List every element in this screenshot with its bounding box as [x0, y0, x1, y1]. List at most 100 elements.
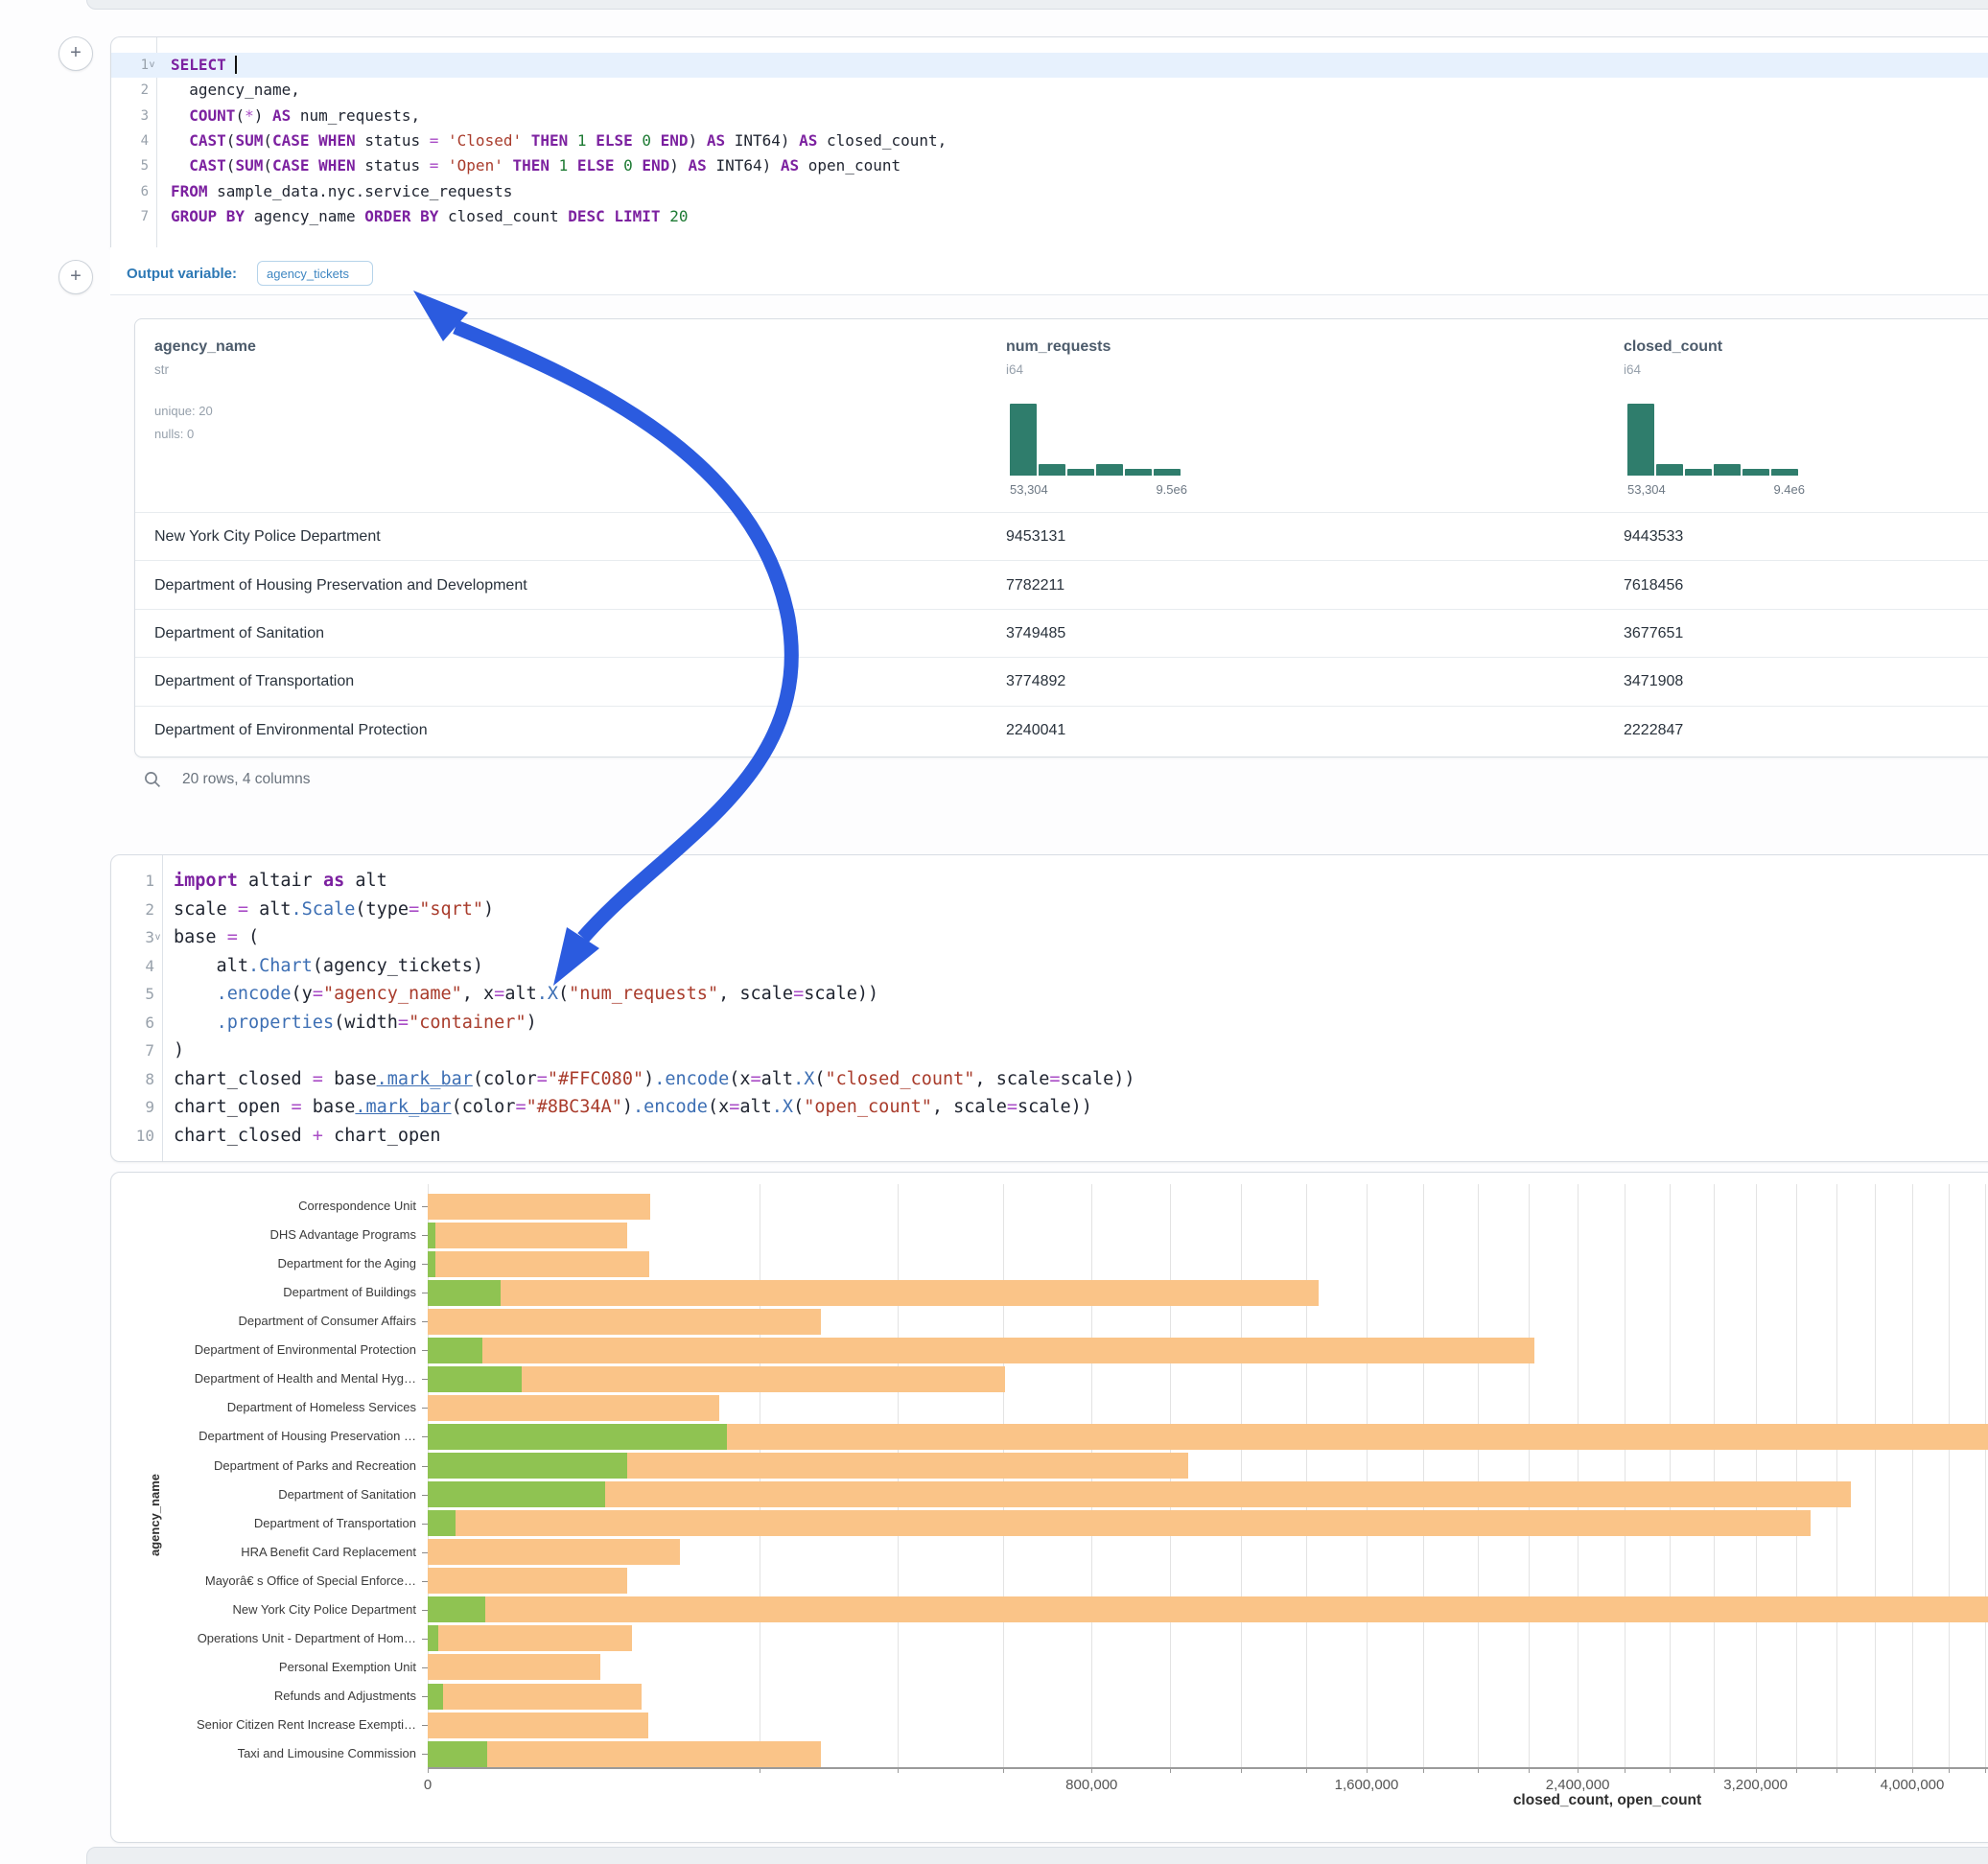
code-text: CAST(SUM(CASE WHEN status = 'Open' THEN … [171, 153, 900, 178]
gridline [1367, 1184, 1368, 1767]
table-cell: 3677651 [1624, 625, 1683, 642]
previous-cell-edge [86, 0, 1988, 10]
y-axis-category-label: Department of Consumer Affairs [111, 1314, 416, 1328]
table-cell: 2240041 [1006, 722, 1065, 739]
x-axis-line [428, 1767, 1988, 1769]
column-histogram [1010, 404, 1182, 476]
open-count-bar [428, 1366, 522, 1392]
gridline [1306, 1184, 1307, 1767]
code-line[interactable]: 4 alt.Chart(agency_tickets) [111, 952, 1988, 981]
code-line[interactable]: 9chart_open = base.mark_bar(color="#8BC3… [111, 1093, 1988, 1122]
table-row[interactable]: Department of Transportation377489234719… [135, 657, 1988, 706]
code-line[interactable]: 2scale = alt.Scale(type="sqrt") [111, 896, 1988, 924]
table-cell: 7618456 [1624, 577, 1683, 594]
output-variable-row: Output variable: agency_tickets [110, 247, 1988, 295]
code-text: GROUP BY agency_name ORDER BY closed_cou… [171, 204, 688, 229]
sql-cell[interactable]: 1v SELECT 2 agency_name,3 COUNT(*) AS num… [110, 36, 1988, 248]
y-axis-category-label: Taxi and Limousine Commission [111, 1746, 416, 1760]
code-line[interactable]: 4 CAST(SUM(CASE WHEN status = 'Closed' T… [111, 128, 1988, 153]
open-count-bar [428, 1453, 627, 1479]
histogram-bar [1067, 469, 1094, 476]
code-text: import altair as alt [174, 867, 387, 896]
code-text: .properties(width="container") [174, 1009, 537, 1037]
table-cell: 3749485 [1006, 625, 1065, 642]
code-line[interactable]: 1 import altair as alt [111, 867, 1988, 896]
output-variable-pill[interactable]: agency_tickets [257, 261, 373, 286]
python-cell[interactable]: 1 import altair as alt2scale = alt.Scale(… [110, 854, 1988, 1162]
line-number: 6 [111, 179, 149, 204]
line-number: 3 [111, 923, 154, 952]
open-count-bar [428, 1280, 501, 1306]
code-text: chart_closed + chart_open [174, 1122, 440, 1151]
open-count-bar [428, 1223, 435, 1248]
code-line[interactable]: 6FROM sample_data.nyc.service_requests [111, 179, 1988, 204]
x-axis-title: closed_count, open_count [1415, 1792, 1799, 1809]
closed-count-bar [428, 1625, 632, 1651]
histogram-bar [1685, 469, 1712, 476]
code-text: COUNT(*) AS num_requests, [171, 104, 420, 128]
open-count-bar [428, 1741, 487, 1767]
result-table[interactable]: agency_namestrunique: 20nulls: 0num_requ… [134, 318, 1988, 757]
code-line[interactable]: 2 agency_name, [111, 78, 1988, 103]
y-axis-category-label: New York City Police Department [111, 1602, 416, 1617]
code-line[interactable]: 7) [111, 1037, 1988, 1065]
code-line[interactable]: 7GROUP BY agency_name ORDER BY closed_co… [111, 204, 1988, 229]
y-axis-category-label: Personal Exemption Unit [111, 1660, 416, 1674]
code-line[interactable]: 1v SELECT [111, 53, 1988, 78]
code-line[interactable]: 3 COUNT(*) AS num_requests, [111, 104, 1988, 128]
closed-count-bar [428, 1309, 821, 1335]
line-number: 7 [111, 1037, 154, 1065]
code-line[interactable]: 6 .properties(width="container") [111, 1009, 1988, 1037]
column-header[interactable]: num_requests [1006, 338, 1111, 356]
y-axis-category-label: Department of Housing Preservation … [111, 1429, 416, 1443]
next-cell-edge [86, 1847, 1988, 1864]
closed-count-bar [428, 1539, 680, 1565]
fold-caret-icon[interactable]: v [150, 53, 154, 78]
closed-count-bar [428, 1481, 1851, 1507]
table-row[interactable]: Department of Housing Preservation and D… [135, 560, 1988, 609]
open-count-bar [428, 1625, 438, 1651]
sql-code-editor[interactable]: 1v SELECT 2 agency_name,3 COUNT(*) AS num… [111, 37, 1988, 247]
line-number: 1 [111, 53, 149, 78]
hist-max-label: 9.5e6 [1156, 482, 1187, 497]
open-count-bar [428, 1424, 727, 1450]
column-header[interactable]: agency_name [154, 338, 256, 356]
output-variable-label: Output variable: [127, 266, 237, 282]
add-cell-button-middle[interactable]: + [58, 260, 93, 294]
gridline [1578, 1184, 1579, 1767]
python-code-editor[interactable]: 1 import altair as alt2scale = alt.Scale(… [111, 855, 1988, 1161]
fold-caret-icon[interactable]: v [155, 923, 160, 952]
code-line[interactable]: 3vbase = ( [111, 923, 1988, 952]
y-axis-category-label: Senior Citizen Rent Increase Exempti… [111, 1717, 416, 1732]
table-row[interactable]: Department of Sanitation37494853677651 [135, 609, 1988, 658]
line-number: 4 [111, 128, 149, 153]
add-cell-button-top[interactable]: + [58, 36, 93, 71]
code-line[interactable]: 5 .encode(y="agency_name", x=alt.X("num_… [111, 980, 1988, 1009]
y-axis-category-label: Department for the Aging [111, 1256, 416, 1270]
gridline [1836, 1184, 1837, 1767]
search-icon[interactable] [144, 771, 162, 794]
y-axis-category-label: Department of Parks and Recreation [111, 1458, 416, 1473]
closed-count-bar [428, 1395, 719, 1421]
code-line[interactable]: 10chart_closed + chart_open [111, 1122, 1988, 1151]
code-text: SELECT [171, 53, 237, 78]
y-axis-category-label: Correspondence Unit [111, 1199, 416, 1213]
code-line[interactable]: 8chart_closed = base.mark_bar(color="#FF… [111, 1065, 1988, 1094]
histogram-bar [1627, 404, 1654, 476]
line-number: 1 [111, 867, 154, 896]
histogram-bar [1771, 469, 1798, 476]
table-footer: 20 rows, 4 columns [144, 769, 623, 792]
closed-count-bar [428, 1280, 1319, 1306]
table-row[interactable]: New York City Police Department945313194… [135, 512, 1988, 561]
histogram-range-labels: 53,3049.5e6 [1010, 482, 1187, 497]
gridline [1756, 1184, 1757, 1767]
code-line[interactable]: 5 CAST(SUM(CASE WHEN status = 'Open' THE… [111, 153, 1988, 178]
notebook-page: + + 1vSELECT 2 agency_name,3 COUNT(*) AS… [0, 0, 1988, 1864]
column-header[interactable]: closed_count [1624, 338, 1722, 356]
closed-count-bar [428, 1568, 627, 1594]
open-count-bar [428, 1510, 456, 1536]
code-text: chart_open = base.mark_bar(color="#8BC34… [174, 1093, 1092, 1122]
histogram-bar [1096, 464, 1123, 476]
table-row[interactable]: Department of Environmental Protection22… [135, 706, 1988, 755]
table-cell: 2222847 [1624, 722, 1683, 739]
